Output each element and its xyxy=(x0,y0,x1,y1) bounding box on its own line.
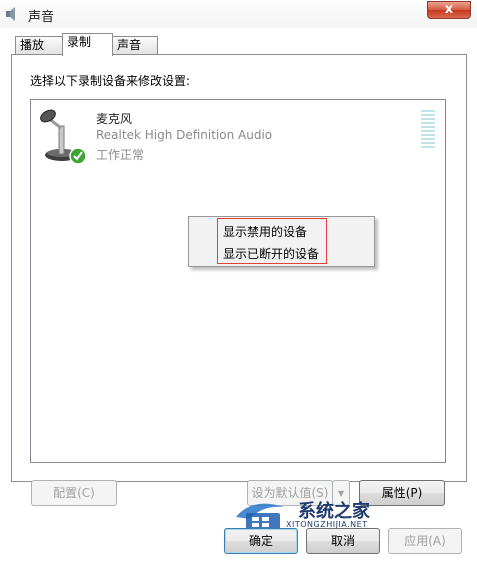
tab-label: 播放 xyxy=(20,38,45,52)
window-title: 声音 xyxy=(28,10,55,25)
menu-item-show-disconnected[interactable]: 显示已断开的设备 xyxy=(223,245,319,262)
tab-playback[interactable]: 播放 xyxy=(15,36,63,54)
close-button[interactable]: x xyxy=(427,1,471,19)
tab-recording[interactable]: 录制 xyxy=(62,33,113,56)
instruction-text: 选择以下录制设备来修改设置: xyxy=(30,74,191,88)
level-meter xyxy=(421,110,435,148)
device-status: 工作正常 xyxy=(96,148,145,162)
microphone-icon xyxy=(40,109,87,165)
cancel-button[interactable]: 取消 xyxy=(306,528,380,554)
tab-label: 录制 xyxy=(67,35,92,49)
device-description: Realtek High Definition Audio xyxy=(96,128,273,142)
title-bar xyxy=(0,0,477,28)
tab-sounds[interactable]: 声音 xyxy=(112,36,158,54)
device-name: 麦克风 xyxy=(96,112,133,126)
green-checkmark-icon xyxy=(69,147,87,165)
ok-button[interactable]: 确定 xyxy=(224,528,298,554)
apply-button[interactable]: 应用(A) xyxy=(388,528,462,554)
speaker-icon xyxy=(6,7,15,21)
menu-item-show-disabled[interactable]: 显示禁用的设备 xyxy=(223,223,307,240)
configure-button[interactable]: 配置(C) xyxy=(31,480,117,506)
tab-label: 声音 xyxy=(117,38,142,52)
close-icon: x xyxy=(444,2,454,17)
